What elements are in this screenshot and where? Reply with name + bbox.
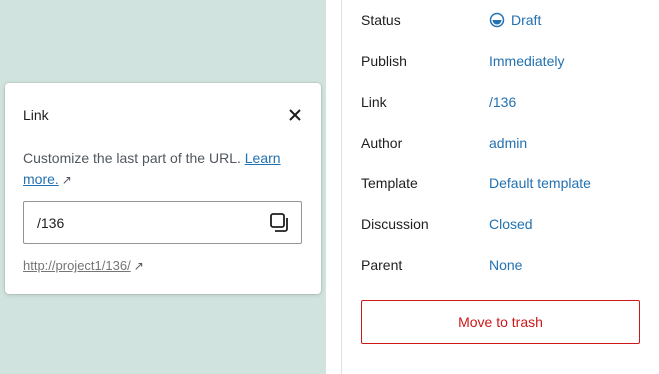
summary-row-discussion: Discussion Closed bbox=[361, 216, 641, 236]
slug-input[interactable]: /136 bbox=[23, 201, 302, 244]
panel-divider bbox=[326, 0, 342, 374]
discussion-toggle[interactable]: Closed bbox=[489, 216, 533, 232]
copy-icon bbox=[270, 213, 288, 232]
status-value: Draft bbox=[511, 12, 542, 28]
close-icon bbox=[289, 109, 301, 121]
link-popover: Link Customize the last part of the URL.… bbox=[5, 83, 321, 294]
summary-row-publish: Publish Immediately bbox=[361, 53, 641, 73]
slug-value: /136 bbox=[37, 215, 65, 231]
summary-row-status: Status Draft bbox=[361, 12, 641, 32]
sidebar-border bbox=[341, 0, 342, 374]
row-label-discussion: Discussion bbox=[361, 216, 429, 232]
close-button[interactable] bbox=[283, 103, 307, 127]
popover-description: Customize the last part of the URL. Lear… bbox=[23, 148, 303, 191]
row-label-template: Template bbox=[361, 175, 418, 191]
summary-row-author: Author admin bbox=[361, 135, 641, 155]
row-label-publish: Publish bbox=[361, 53, 407, 69]
summary-row-template: Template Default template bbox=[361, 175, 641, 195]
popover-title: Link bbox=[23, 107, 49, 123]
row-label-parent: Parent bbox=[361, 257, 403, 273]
link-toggle[interactable]: /136 bbox=[489, 94, 516, 110]
row-label-link: Link bbox=[361, 94, 387, 110]
permalink: http://project1/136/↗ bbox=[23, 258, 144, 273]
move-to-trash-button[interactable]: Move to trash bbox=[361, 300, 640, 344]
row-label-author: Author bbox=[361, 135, 403, 151]
external-link-icon: ↗ bbox=[61, 173, 72, 187]
row-label-status: Status bbox=[361, 12, 401, 28]
summary-row-link: Link /136 bbox=[361, 94, 641, 114]
permalink-link[interactable]: http://project1/136/ bbox=[23, 258, 131, 273]
permalink-external-icon: ↗ bbox=[133, 259, 144, 273]
draft-status-icon bbox=[489, 12, 505, 28]
description-text: Customize the last part of the URL. bbox=[23, 150, 241, 166]
author-toggle[interactable]: admin bbox=[489, 135, 527, 151]
parent-toggle[interactable]: None bbox=[489, 257, 522, 273]
template-toggle[interactable]: Default template bbox=[489, 175, 591, 191]
copy-button[interactable] bbox=[269, 212, 291, 234]
status-toggle[interactable]: Draft bbox=[489, 12, 541, 28]
publish-toggle[interactable]: Immediately bbox=[489, 53, 564, 69]
summary-row-parent: Parent None bbox=[361, 257, 641, 277]
